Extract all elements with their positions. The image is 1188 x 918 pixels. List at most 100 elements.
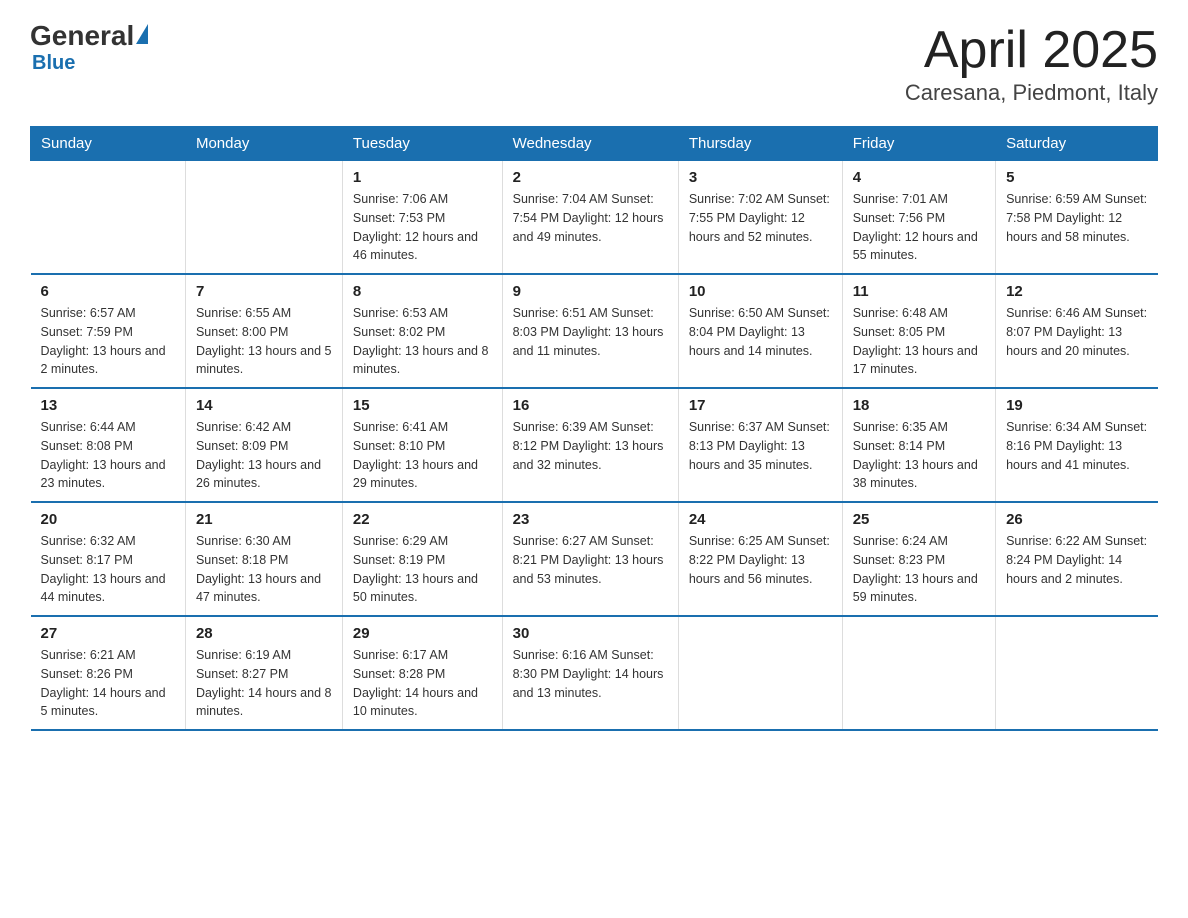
day-cell: 17 Sunrise: 6:37 AM Sunset: 8:13 PM Dayli… <box>678 388 842 502</box>
logo: General Blue <box>30 20 148 75</box>
header-cell-sunday: Sunday <box>31 127 186 161</box>
day-cell: 15 Sunrise: 6:41 AM Sunset: 8:10 PM Dayli… <box>342 388 502 502</box>
day-number: 6 <box>41 283 175 300</box>
header-cell-thursday: Thursday <box>678 127 842 161</box>
calendar-table: SundayMondayTuesdayWednesdayThursdayFrid… <box>30 126 1158 731</box>
day-cell: 24 Sunrise: 6:25 AM Sunset: 8:22 PM Dayli… <box>678 502 842 616</box>
day-cell: 4 Sunrise: 7:01 AM Sunset: 7:56 PM Daylig… <box>842 161 995 275</box>
day-info: Sunrise: 6:46 AM Sunset: 8:07 PM Dayligh… <box>1006 304 1147 360</box>
page-subtitle: Caresana, Piedmont, Italy <box>905 80 1158 106</box>
day-cell: 16 Sunrise: 6:39 AM Sunset: 8:12 PM Dayli… <box>502 388 678 502</box>
day-info: Sunrise: 6:32 AM Sunset: 8:17 PM Dayligh… <box>41 532 175 607</box>
day-number: 1 <box>353 169 492 186</box>
day-number: 17 <box>689 397 832 414</box>
day-number: 19 <box>1006 397 1147 414</box>
header-cell-wednesday: Wednesday <box>502 127 678 161</box>
day-cell: 6 Sunrise: 6:57 AM Sunset: 7:59 PM Daylig… <box>31 274 186 388</box>
day-info: Sunrise: 6:21 AM Sunset: 8:26 PM Dayligh… <box>41 646 175 721</box>
day-info: Sunrise: 6:57 AM Sunset: 7:59 PM Dayligh… <box>41 304 175 379</box>
day-info: Sunrise: 6:42 AM Sunset: 8:09 PM Dayligh… <box>196 418 332 493</box>
day-info: Sunrise: 6:53 AM Sunset: 8:02 PM Dayligh… <box>353 304 492 379</box>
day-cell: 30 Sunrise: 6:16 AM Sunset: 8:30 PM Dayli… <box>502 616 678 730</box>
header-cell-saturday: Saturday <box>996 127 1158 161</box>
day-cell <box>678 616 842 730</box>
day-cell: 5Sunrise: 6:59 AM Sunset: 7:58 PM Daylig… <box>996 161 1158 275</box>
day-info: Sunrise: 6:22 AM Sunset: 8:24 PM Dayligh… <box>1006 532 1147 588</box>
day-cell: 2 Sunrise: 7:04 AM Sunset: 7:54 PM Daylig… <box>502 161 678 275</box>
day-number: 29 <box>353 625 492 642</box>
day-info: Sunrise: 6:35 AM Sunset: 8:14 PM Dayligh… <box>853 418 985 493</box>
day-info: Sunrise: 7:04 AM Sunset: 7:54 PM Dayligh… <box>513 190 668 246</box>
day-number: 20 <box>41 511 175 528</box>
logo-blue-text: Blue <box>32 52 75 75</box>
day-cell: 22 Sunrise: 6:29 AM Sunset: 8:19 PM Dayli… <box>342 502 502 616</box>
day-number: 3 <box>689 169 832 186</box>
page-title: April 2025 <box>905 20 1158 80</box>
day-info: Sunrise: 6:25 AM Sunset: 8:22 PM Dayligh… <box>689 532 832 588</box>
day-number: 11 <box>853 283 985 300</box>
day-number: 14 <box>196 397 332 414</box>
day-number: 30 <box>513 625 668 642</box>
day-number: 7 <box>196 283 332 300</box>
page-header: General Blue April 2025 Caresana, Piedmo… <box>30 20 1158 106</box>
day-info: Sunrise: 6:51 AM Sunset: 8:03 PM Dayligh… <box>513 304 668 360</box>
day-cell: 21Sunrise: 6:30 AM Sunset: 8:18 PM Dayli… <box>185 502 342 616</box>
day-info: Sunrise: 6:48 AM Sunset: 8:05 PM Dayligh… <box>853 304 985 379</box>
week-row-3: 13 Sunrise: 6:44 AM Sunset: 8:08 PM Dayli… <box>31 388 1158 502</box>
header-cell-monday: Monday <box>185 127 342 161</box>
day-number: 15 <box>353 397 492 414</box>
day-cell: 19Sunrise: 6:34 AM Sunset: 8:16 PM Dayli… <box>996 388 1158 502</box>
day-cell: 29 Sunrise: 6:17 AM Sunset: 8:28 PM Dayli… <box>342 616 502 730</box>
day-cell: 9 Sunrise: 6:51 AM Sunset: 8:03 PM Daylig… <box>502 274 678 388</box>
day-number: 21 <box>196 511 332 528</box>
logo-general-text: General <box>30 20 134 52</box>
day-info: Sunrise: 6:41 AM Sunset: 8:10 PM Dayligh… <box>353 418 492 493</box>
calendar-header: SundayMondayTuesdayWednesdayThursdayFrid… <box>31 127 1158 161</box>
day-number: 24 <box>689 511 832 528</box>
day-cell: 8Sunrise: 6:53 AM Sunset: 8:02 PM Daylig… <box>342 274 502 388</box>
day-number: 9 <box>513 283 668 300</box>
day-number: 25 <box>853 511 985 528</box>
day-info: Sunrise: 6:16 AM Sunset: 8:30 PM Dayligh… <box>513 646 668 702</box>
day-info: Sunrise: 7:02 AM Sunset: 7:55 PM Dayligh… <box>689 190 832 246</box>
day-number: 5 <box>1006 169 1147 186</box>
calendar-body: 1 Sunrise: 7:06 AM Sunset: 7:53 PM Daylig… <box>31 161 1158 731</box>
day-cell: 14 Sunrise: 6:42 AM Sunset: 8:09 PM Dayli… <box>185 388 342 502</box>
header-row: SundayMondayTuesdayWednesdayThursdayFrid… <box>31 127 1158 161</box>
day-info: Sunrise: 6:44 AM Sunset: 8:08 PM Dayligh… <box>41 418 175 493</box>
day-cell: 11 Sunrise: 6:48 AM Sunset: 8:05 PM Dayli… <box>842 274 995 388</box>
day-info: Sunrise: 6:37 AM Sunset: 8:13 PM Dayligh… <box>689 418 832 474</box>
day-info: Sunrise: 7:01 AM Sunset: 7:56 PM Dayligh… <box>853 190 985 265</box>
day-number: 16 <box>513 397 668 414</box>
day-info: Sunrise: 6:39 AM Sunset: 8:12 PM Dayligh… <box>513 418 668 474</box>
day-cell: 1 Sunrise: 7:06 AM Sunset: 7:53 PM Daylig… <box>342 161 502 275</box>
day-cell: 13 Sunrise: 6:44 AM Sunset: 8:08 PM Dayli… <box>31 388 186 502</box>
day-cell: 18Sunrise: 6:35 AM Sunset: 8:14 PM Dayli… <box>842 388 995 502</box>
day-cell: 26Sunrise: 6:22 AM Sunset: 8:24 PM Dayli… <box>996 502 1158 616</box>
day-number: 13 <box>41 397 175 414</box>
day-cell: 28Sunrise: 6:19 AM Sunset: 8:27 PM Dayli… <box>185 616 342 730</box>
day-number: 22 <box>353 511 492 528</box>
day-cell <box>842 616 995 730</box>
day-info: Sunrise: 6:50 AM Sunset: 8:04 PM Dayligh… <box>689 304 832 360</box>
day-info: Sunrise: 6:24 AM Sunset: 8:23 PM Dayligh… <box>853 532 985 607</box>
day-number: 27 <box>41 625 175 642</box>
day-number: 4 <box>853 169 985 186</box>
day-number: 28 <box>196 625 332 642</box>
day-cell: 10 Sunrise: 6:50 AM Sunset: 8:04 PM Dayli… <box>678 274 842 388</box>
day-cell: 27 Sunrise: 6:21 AM Sunset: 8:26 PM Dayli… <box>31 616 186 730</box>
header-cell-tuesday: Tuesday <box>342 127 502 161</box>
day-number: 10 <box>689 283 832 300</box>
day-info: Sunrise: 6:55 AM Sunset: 8:00 PM Dayligh… <box>196 304 332 379</box>
day-cell: 23Sunrise: 6:27 AM Sunset: 8:21 PM Dayli… <box>502 502 678 616</box>
week-row-1: 1 Sunrise: 7:06 AM Sunset: 7:53 PM Daylig… <box>31 161 1158 275</box>
week-row-4: 20 Sunrise: 6:32 AM Sunset: 8:17 PM Dayli… <box>31 502 1158 616</box>
day-cell <box>996 616 1158 730</box>
day-number: 2 <box>513 169 668 186</box>
day-info: Sunrise: 7:06 AM Sunset: 7:53 PM Dayligh… <box>353 190 492 265</box>
day-number: 12 <box>1006 283 1147 300</box>
day-cell: 25 Sunrise: 6:24 AM Sunset: 8:23 PM Dayli… <box>842 502 995 616</box>
day-info: Sunrise: 6:27 AM Sunset: 8:21 PM Dayligh… <box>513 532 668 588</box>
day-info: Sunrise: 6:17 AM Sunset: 8:28 PM Dayligh… <box>353 646 492 721</box>
day-info: Sunrise: 6:29 AM Sunset: 8:19 PM Dayligh… <box>353 532 492 607</box>
